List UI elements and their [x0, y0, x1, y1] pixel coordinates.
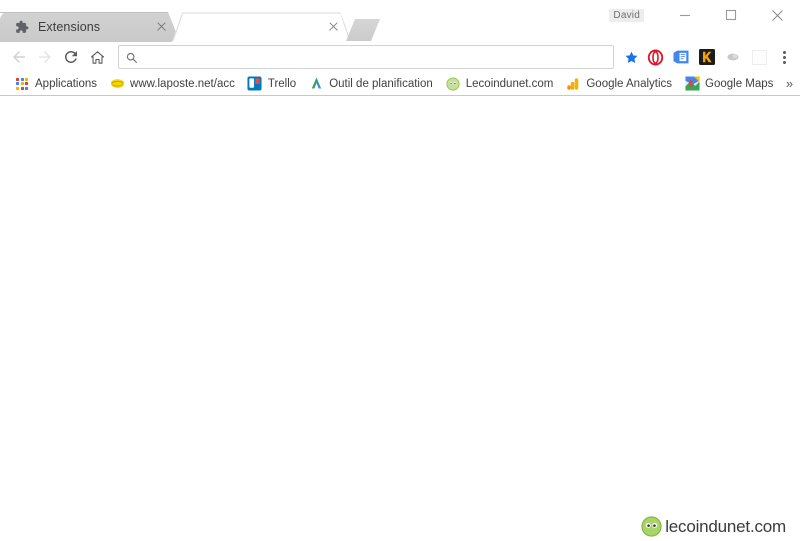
address-bar-input[interactable] — [138, 50, 609, 64]
bookmark-lecoindunet[interactable]: Lecoindunet.com — [439, 74, 560, 94]
evernote-clipper-icon[interactable] — [668, 44, 694, 70]
window-controls: David — [609, 0, 800, 30]
bookmark-label: Google Maps — [705, 77, 774, 90]
menu-dot — [782, 55, 786, 59]
menu-dot — [782, 50, 786, 54]
bookmark-label: Outil de planification — [329, 77, 433, 90]
forward-icon[interactable] — [32, 44, 58, 70]
profile-name-chip[interactable]: David — [609, 8, 644, 22]
grayed-extension-icon[interactable] — [720, 44, 746, 70]
menu-dot — [782, 60, 786, 64]
blank-extension-icon[interactable] — [746, 44, 772, 70]
browser-window: Extensions David Applications www.lapost… — [0, 0, 800, 541]
new-tab-button[interactable] — [346, 19, 380, 41]
tab-close-button[interactable] — [326, 19, 342, 35]
bookmark-outil-de-planification[interactable]: Outil de planification — [302, 74, 439, 94]
tab-extensions[interactable]: Extensions — [0, 12, 180, 42]
puzzle-piece-icon — [14, 19, 30, 35]
kaspersky-extension-icon[interactable] — [694, 44, 720, 70]
close-button[interactable] — [754, 1, 800, 30]
bookmark-label: www.laposte.net/acc — [130, 77, 235, 90]
page-content: lecoindunet.com — [0, 96, 800, 541]
bookmark-google-maps[interactable]: Google Maps — [678, 74, 779, 94]
google-maps-icon — [684, 76, 700, 92]
search-icon — [125, 51, 138, 64]
bookmark-google-analytics[interactable]: Google Analytics — [559, 74, 678, 94]
tab-new[interactable] — [172, 12, 352, 42]
google-analytics-icon — [565, 76, 581, 92]
back-icon[interactable] — [6, 44, 32, 70]
bookmark-label: Trello — [267, 77, 297, 90]
tab-close-button[interactable] — [154, 19, 170, 35]
minimize-button[interactable] — [662, 1, 708, 30]
tab-favicon-blank — [186, 19, 202, 35]
home-icon[interactable] — [84, 44, 110, 70]
tab-strip: Extensions David — [0, 0, 800, 42]
opera-extension-icon[interactable] — [642, 44, 668, 70]
address-bar[interactable] — [118, 45, 614, 69]
apps-grid-icon — [14, 76, 30, 92]
laposte-icon — [109, 76, 125, 92]
google-ads-icon — [308, 76, 324, 92]
bookmark-applications[interactable]: Applications — [8, 74, 103, 94]
bookmarks-overflow-icon[interactable]: » — [779, 74, 799, 94]
tab-title: Extensions — [38, 20, 101, 34]
lecoindunet-icon — [445, 76, 461, 92]
bookmark-star-icon[interactable] — [620, 46, 642, 68]
lecoindunet-logo-icon — [641, 516, 662, 537]
watermark-text: lecoindunet.com — [665, 516, 786, 536]
bookmark-label: Lecoindunet.com — [465, 77, 554, 90]
three-dot-menu-icon[interactable] — [772, 44, 796, 70]
maximize-button[interactable] — [708, 1, 754, 30]
bookmark-trello[interactable]: Trello — [241, 74, 302, 94]
trello-icon — [247, 76, 263, 92]
browser-toolbar — [0, 42, 800, 72]
reload-icon[interactable] — [58, 44, 84, 70]
bookmark-label: Google Analytics — [586, 77, 673, 90]
watermark: lecoindunet.com — [641, 516, 786, 537]
bookmark-label: Applications — [35, 77, 98, 90]
bookmark-laposte[interactable]: www.laposte.net/acc — [103, 74, 241, 94]
bookmarks-bar: Applications www.laposte.net/acc Trello … — [0, 72, 800, 96]
